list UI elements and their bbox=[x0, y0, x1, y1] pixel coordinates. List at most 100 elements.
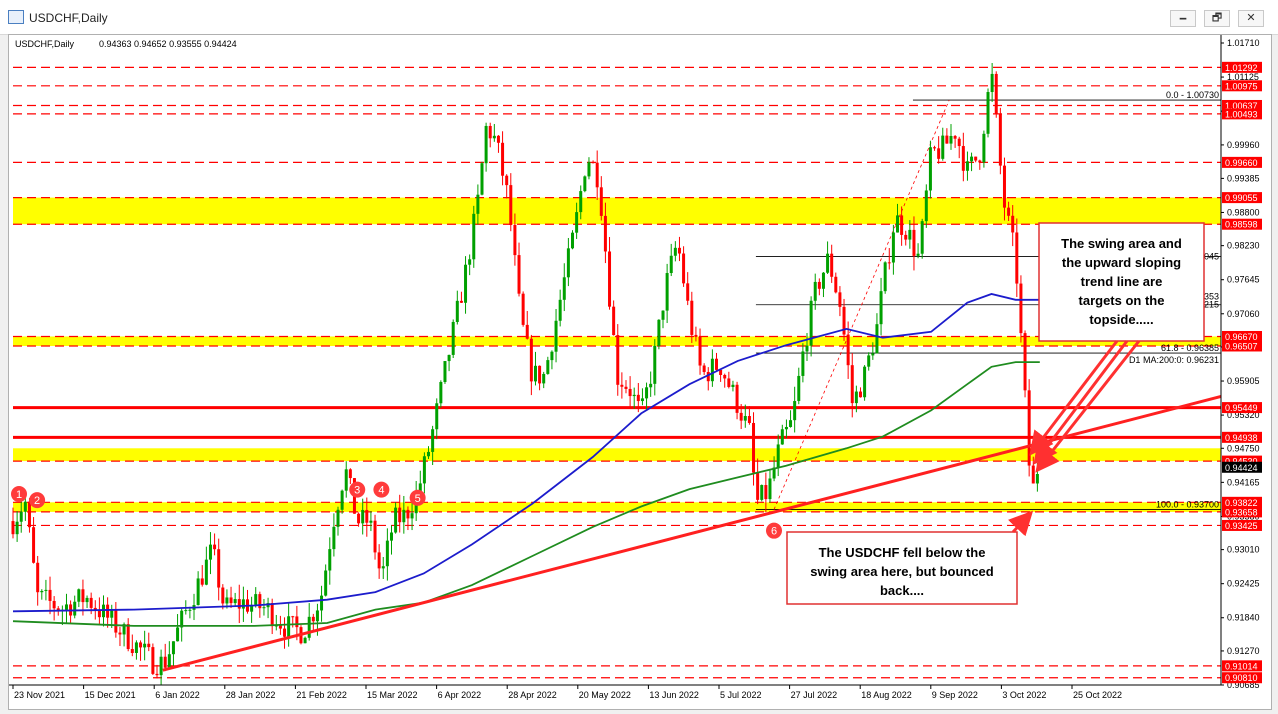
restore-button[interactable]: 🗗 bbox=[1204, 10, 1230, 27]
candle-body bbox=[883, 262, 887, 292]
candle-body bbox=[513, 225, 517, 256]
candle-body bbox=[669, 255, 673, 274]
candle-body bbox=[48, 589, 52, 601]
candle-body bbox=[591, 162, 595, 164]
candle-body bbox=[731, 384, 735, 387]
candle-body bbox=[978, 160, 982, 163]
fib-label-3: 61.8 - 0.96385 bbox=[1161, 343, 1219, 353]
candle-body bbox=[237, 599, 241, 609]
candle-body bbox=[867, 355, 871, 367]
chart-canvas[interactable]: 0.0 - 1.00730 61.8 - 0.96385 100.0 - 0.937… bbox=[9, 35, 1271, 709]
cutoff-text-2: 215 bbox=[1204, 300, 1219, 310]
close-button[interactable]: ✕ bbox=[1238, 10, 1264, 27]
candle-body bbox=[381, 566, 385, 569]
candle-body bbox=[365, 509, 369, 523]
candle-body bbox=[612, 306, 616, 336]
candle-body bbox=[509, 185, 513, 226]
candle-body bbox=[896, 215, 900, 233]
candle-body bbox=[517, 255, 521, 294]
candle-body bbox=[821, 272, 825, 289]
candle-body bbox=[336, 509, 340, 527]
candle-body bbox=[900, 215, 904, 235]
candle-body bbox=[752, 422, 756, 473]
candle-body bbox=[431, 429, 435, 452]
candle-body bbox=[583, 176, 587, 192]
candle-body bbox=[163, 656, 167, 668]
time-tick-label: 20 May 2022 bbox=[579, 690, 631, 700]
time-tick-label: 13 Jun 2022 bbox=[649, 690, 699, 700]
candle-body bbox=[213, 544, 217, 550]
candle-body bbox=[599, 187, 603, 216]
candle-body bbox=[476, 194, 480, 214]
price-tick-label: 0.99960 bbox=[1227, 140, 1260, 150]
candle-body bbox=[196, 578, 200, 606]
candle-body bbox=[402, 509, 406, 523]
swing-marker-label-5: 5 bbox=[415, 493, 421, 505]
candle-body bbox=[233, 599, 237, 604]
candle-body bbox=[435, 403, 439, 430]
price-label: 0.96507 bbox=[1225, 341, 1258, 351]
candle-body bbox=[36, 562, 40, 593]
candle-body bbox=[134, 642, 138, 653]
candle-body bbox=[340, 490, 344, 510]
price-axis-background bbox=[1221, 35, 1271, 709]
price-label: 1.01292 bbox=[1225, 63, 1258, 73]
candle-body bbox=[723, 374, 727, 379]
candle-body bbox=[468, 259, 472, 265]
candle-body bbox=[464, 264, 468, 303]
candle-body bbox=[904, 234, 908, 240]
candle-body bbox=[188, 609, 192, 611]
price-label: 0.95449 bbox=[1225, 403, 1258, 413]
candle-body bbox=[587, 162, 591, 177]
candle-body bbox=[714, 358, 718, 370]
candle-body bbox=[735, 384, 739, 413]
candle-body bbox=[40, 590, 44, 593]
candle-body bbox=[15, 521, 19, 535]
candle-body bbox=[143, 643, 147, 648]
candle-body bbox=[394, 507, 398, 533]
candle-body bbox=[151, 647, 155, 674]
chart-window[interactable]: 0.0 - 1.00730 61.8 - 0.96385 100.0 - 0.937… bbox=[8, 34, 1272, 710]
candle-body bbox=[657, 319, 661, 346]
candle-body bbox=[171, 641, 175, 655]
candle-body bbox=[443, 361, 447, 383]
candle-body bbox=[1011, 215, 1015, 233]
candle-body bbox=[566, 248, 570, 278]
time-tick-label: 3 Oct 2022 bbox=[1002, 690, 1046, 700]
candle-body bbox=[11, 521, 15, 535]
candle-body bbox=[406, 509, 410, 519]
price-tick-label: 0.93010 bbox=[1227, 545, 1260, 555]
price-tick-label: 0.97060 bbox=[1227, 309, 1260, 319]
candle-body bbox=[291, 616, 295, 618]
candle-body bbox=[933, 147, 937, 149]
candle-body bbox=[77, 589, 81, 602]
candle-body bbox=[320, 595, 324, 611]
annotation-fell-below-line: swing area here, but bounced bbox=[810, 564, 994, 579]
candle-body bbox=[727, 378, 731, 387]
candle-body bbox=[303, 637, 307, 644]
annotation-swing-targets-line: targets on the bbox=[1079, 293, 1165, 308]
price-label: 0.93822 bbox=[1225, 498, 1258, 508]
candle-body bbox=[315, 610, 319, 622]
candle-body bbox=[649, 383, 653, 388]
candle-body bbox=[126, 624, 130, 650]
candle-body bbox=[858, 391, 862, 398]
price-label: 1.00493 bbox=[1225, 109, 1258, 119]
candle-body bbox=[369, 520, 373, 523]
time-tick-label: 28 Apr 2022 bbox=[508, 690, 557, 700]
fib-label-0: 0.0 - 1.00730 bbox=[1166, 90, 1219, 100]
candle-body bbox=[686, 283, 690, 301]
minimize-button[interactable]: 🗕 bbox=[1170, 10, 1196, 27]
price-label: 0.90810 bbox=[1225, 673, 1258, 683]
candle-body bbox=[793, 401, 797, 421]
candle-body bbox=[81, 589, 85, 603]
candle-body bbox=[73, 601, 77, 616]
candle-body bbox=[846, 334, 850, 366]
candle-body bbox=[106, 604, 110, 618]
candle-body bbox=[834, 276, 838, 293]
candle-body bbox=[764, 485, 768, 500]
candle-body bbox=[184, 610, 188, 612]
time-tick-label: 6 Jan 2022 bbox=[155, 690, 200, 700]
time-tick-label: 5 Jul 2022 bbox=[720, 690, 762, 700]
candle-body bbox=[373, 520, 377, 553]
